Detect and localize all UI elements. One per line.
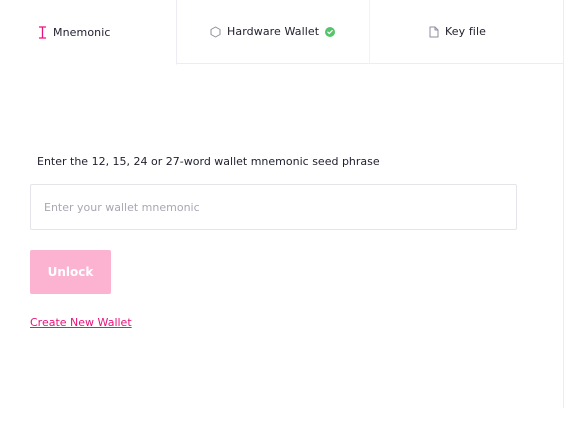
tab-key-file[interactable]: Key file (370, 0, 563, 64)
tab-key-file-label: Key file (445, 25, 486, 38)
check-circle-icon (325, 26, 336, 37)
tab-hardware-wallet-label: Hardware Wallet (227, 25, 320, 38)
file-icon (429, 26, 439, 38)
tab-mnemonic-label: Mnemonic (53, 25, 111, 39)
unlock-method-tabs: Mnemonic Hardware Wallet Key file (0, 0, 563, 65)
mnemonic-instruction: Enter the 12, 15, 24 or 27-word wallet m… (37, 155, 380, 168)
unlock-button[interactable]: Unlock (30, 250, 111, 294)
hexagon-icon (210, 26, 221, 38)
tab-hardware-wallet[interactable]: Hardware Wallet (177, 0, 370, 64)
wallet-unlock-page: Mnemonic Hardware Wallet Key file Enter … (0, 0, 578, 429)
text-cursor-icon (38, 25, 47, 39)
tab-mnemonic[interactable]: Mnemonic (0, 0, 177, 65)
panel-right-divider (563, 0, 564, 408)
create-new-wallet-link[interactable]: Create New Wallet (30, 316, 132, 329)
mnemonic-input[interactable] (30, 184, 517, 230)
